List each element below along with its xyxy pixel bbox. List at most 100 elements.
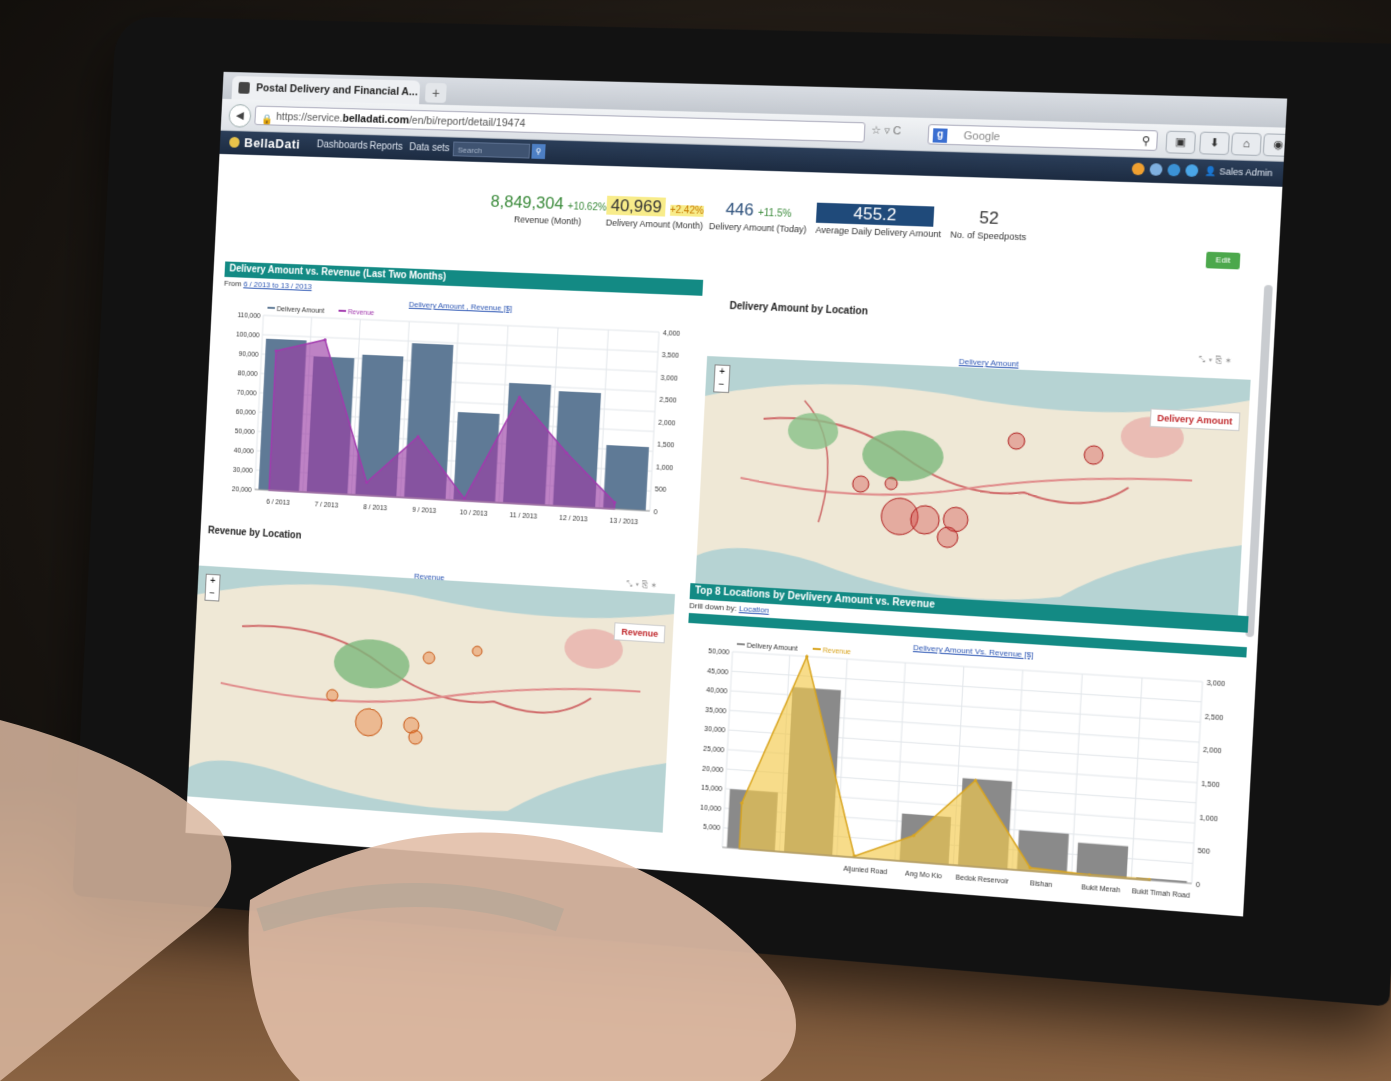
panel4-drill-label: Drill down by: (689, 601, 737, 613)
panel3-tools-icon[interactable]: ⤡▾⎘✶ (626, 579, 660, 591)
y-left-tick-label: 30,000 (233, 467, 253, 475)
map-marker[interactable] (472, 646, 482, 656)
panel4-drill-link[interactable]: Location (739, 604, 770, 615)
kpi-delta: +2.42% (669, 204, 704, 217)
kpi-value: 40,969 (606, 195, 667, 217)
menu-data-sets[interactable]: Data sets (409, 142, 450, 154)
url-path: /en/bi/report/detail/19474 (408, 114, 526, 130)
google-search-field[interactable]: g Google ⚲ (927, 124, 1159, 152)
map-legend-revenue: Revenue (614, 622, 666, 644)
logo-icon (229, 136, 240, 148)
panel3-title: Revenue by Location (207, 525, 302, 542)
tab-title: Postal Delivery and Financial A... (255, 82, 419, 99)
x-tick-label: 10 / 2013 (459, 509, 487, 518)
kpi-delta: +10.62% (567, 201, 607, 214)
kpi-value: 446 (725, 199, 755, 220)
belladati-logo[interactable]: BellaDati (229, 135, 301, 152)
map-marker[interactable] (1008, 433, 1025, 450)
search-icon[interactable]: ⚲ (1141, 131, 1151, 152)
y-left-tick-label: 100,000 (236, 331, 260, 339)
chart-icon[interactable] (1131, 162, 1145, 176)
y-right-tick-label: 1,000 (656, 464, 674, 472)
map-layer (695, 375, 1250, 615)
globe-icon[interactable] (1167, 163, 1181, 177)
legend-label: Delivery Amount (277, 306, 325, 315)
panel1-range: From 6 / 2013 to 13 / 2013 (224, 279, 312, 291)
new-tab-button[interactable]: + (424, 82, 447, 103)
y-right-tick-label: 1,500 (657, 442, 675, 450)
x-tick-label: 13 / 2013 (609, 518, 638, 527)
header-icons (1131, 162, 1199, 177)
url-domain: belladati.com (342, 112, 410, 127)
app-search-input[interactable]: Search (452, 141, 531, 159)
kpi-delivery-today: 446 +11.5% Delivery Amount (Today) (708, 199, 808, 235)
grid-line (263, 315, 659, 332)
y-left-tick-label: 40,000 (706, 687, 728, 696)
favicon-icon (238, 81, 250, 94)
legend-label: Revenue (348, 309, 375, 317)
kpi-label: Average Daily Delivery Amount (815, 224, 942, 240)
kpi-delta: +11.5% (757, 207, 792, 220)
y-right-tick-label: 2,000 (658, 420, 676, 428)
y-left-tick-label: 60,000 (236, 409, 256, 417)
map-marker[interactable] (885, 477, 898, 490)
kpi-label: Delivery Amount (Today) (708, 221, 807, 235)
kpi-label: No. of Speedposts (949, 229, 1027, 243)
legend-swatch (737, 644, 745, 645)
kpi-value: 455.2 (815, 202, 935, 227)
user-menu[interactable]: 👤 Sales Admin (1204, 166, 1272, 179)
panel2-title: Delivery Amount by Location (729, 300, 869, 318)
y-right-tick-label: 4,000 (663, 330, 681, 338)
hands-overlay (0, 720, 797, 1081)
y-right-tick-label: 3,000 (1206, 680, 1225, 689)
legend-label: Delivery Amount (747, 642, 798, 652)
google-search-placeholder: Google (963, 130, 1001, 144)
x-tick-label: 12 / 2013 (559, 515, 588, 524)
page-scrollbar[interactable] (1245, 284, 1273, 638)
y-left-tick-label: 70,000 (237, 390, 257, 398)
map-marker[interactable] (937, 527, 959, 548)
panel1-from-label: From (223, 278, 242, 289)
left-hand-shape (0, 720, 232, 1081)
app-search-button[interactable]: ⚲ (531, 143, 546, 160)
legend-swatch (813, 649, 821, 650)
map-zoom-control[interactable]: + − (713, 364, 731, 394)
map-marker[interactable] (1084, 445, 1104, 464)
y-right-tick-label: 0 (653, 509, 657, 516)
user-name: Sales Admin (1219, 166, 1273, 179)
menu-reports[interactable]: Reports (369, 141, 403, 153)
map-marker[interactable] (423, 652, 435, 664)
download-button[interactable]: ⬇ (1199, 131, 1230, 156)
back-button[interactable]: ◀ (228, 103, 252, 128)
map-zoom-control[interactable]: + − (204, 573, 221, 602)
reload-icon[interactable]: ☆ ▿ C (871, 124, 902, 138)
info-icon[interactable] (1185, 164, 1199, 177)
y-left-tick-label: 80,000 (238, 370, 258, 378)
extension-button[interactable]: ◉ (1262, 133, 1288, 157)
map-marker[interactable] (852, 476, 869, 493)
y-left-tick-label: 40,000 (234, 447, 254, 455)
x-tick-label: 6 / 2013 (266, 499, 290, 507)
panel1-range-link[interactable]: 6 / 2013 to 13 / 2013 (243, 280, 312, 291)
google-icon: g (932, 128, 948, 143)
logo-text: BellaDati (243, 135, 301, 152)
page-menu-button[interactable]: ▣ (1165, 130, 1197, 155)
settings-icon[interactable] (1149, 163, 1163, 176)
y-left-tick-label: 45,000 (707, 668, 729, 677)
panel2-tools-icon[interactable]: ⤡▾⎘✶ (1198, 355, 1234, 367)
chart-delivery-vs-revenue: 20,000 30,000 40,000 50,000 60,000 70,000 80,0… (232, 300, 681, 527)
y-right-tick-label: 500 (655, 487, 667, 495)
x-tick-label: 7 / 2013 (314, 501, 338, 509)
map-marker[interactable] (326, 689, 338, 701)
x-tick-label: 9 / 2013 (412, 507, 437, 515)
map-delivery-by-location[interactable]: + − Delivery Amount (694, 356, 1251, 628)
kpi-label: Revenue (Month) (513, 214, 582, 227)
menu-dashboards[interactable]: Dashboards (317, 139, 368, 151)
url-prefix: https://service. (275, 111, 343, 125)
home-button[interactable]: ⌂ (1230, 132, 1262, 157)
x-tick-label: 8 / 2013 (363, 504, 387, 512)
edit-button[interactable]: Edit (1205, 251, 1241, 270)
x-tick-label: 11 / 2013 (509, 512, 537, 521)
kpi-label: Delivery Amount (Month) (605, 217, 704, 231)
kpi-delivery-month: 40,969 +2.42% Delivery Amount (Month) (605, 195, 705, 231)
